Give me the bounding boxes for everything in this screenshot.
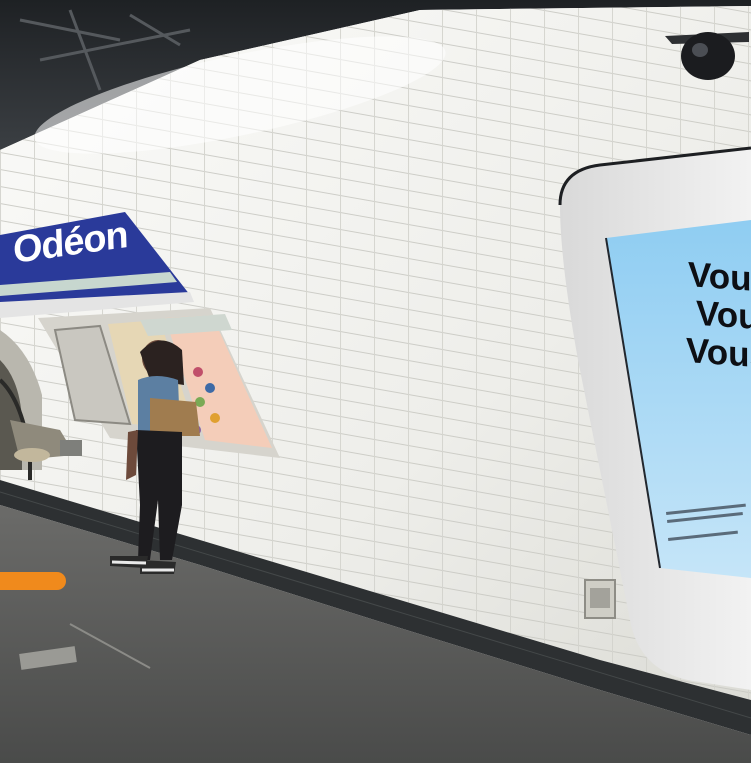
screen-headline: Vous Vou Vous: [686, 255, 751, 376]
screen-line: Vou: [696, 293, 751, 338]
metro-platform-photo: Odéon Vous Vou Vous: [0, 0, 751, 763]
accent-bar: [0, 572, 66, 590]
scene-illustration: [0, 0, 751, 763]
screen-line: Vous: [686, 331, 751, 376]
